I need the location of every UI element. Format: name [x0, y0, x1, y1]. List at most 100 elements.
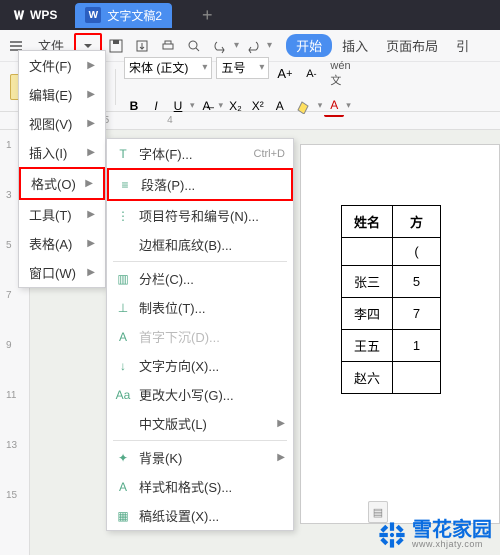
submenu-item-icon: ▥ — [115, 271, 131, 287]
chevron-right-icon: ▶ — [277, 418, 285, 429]
submenu-item[interactable]: ✦ 背景(K) ▶ — [107, 443, 293, 472]
menu-separator — [113, 440, 287, 441]
menu-item[interactable]: 视图(V)▶ — [19, 109, 105, 138]
submenu-item: A 首字下沉(D)... — [107, 322, 293, 351]
submenu-item[interactable]: ↓文字方向(X)... — [107, 351, 293, 380]
menu-item-label: 视图(V) — [29, 114, 72, 133]
submenu-item[interactable]: 边框和底纹(B)... — [107, 230, 293, 259]
table-cell[interactable] — [342, 238, 393, 266]
undo-dropdown-icon[interactable]: ▾ — [234, 40, 239, 51]
bold-icon[interactable]: B — [124, 96, 144, 116]
titlebar: WPS W 文字文稿2 + — [0, 0, 500, 30]
document-table[interactable]: 姓名方 ( 张三5 李四7 王五1 赵六 — [341, 205, 441, 394]
preview-icon[interactable] — [182, 35, 206, 57]
strikethrough-icon[interactable]: A̶ — [197, 96, 217, 116]
format-submenu: T字体(F)...Ctrl+D≡段落(P)...⋮项目符号和编号(N)...边框… — [106, 138, 294, 531]
chevron-right-icon: ▶ — [87, 147, 95, 158]
table-cell[interactable]: ( — [393, 238, 441, 266]
page[interactable]: 姓名方 ( 张三5 李四7 王五1 赵六 — [300, 144, 500, 524]
watermark-title: 雪花家园 — [412, 520, 492, 540]
wps-logo: WPS — [6, 8, 63, 22]
menu-item[interactable]: 格式(O)▶ — [19, 167, 105, 200]
underline-icon[interactable]: U — [168, 96, 188, 116]
submenu-item[interactable]: ⋮项目符号和编号(N)... — [107, 201, 293, 230]
char-effect-icon[interactable]: A — [270, 96, 290, 116]
ruler-mark: 5 — [6, 240, 12, 251]
tab-start[interactable]: 开始 — [286, 34, 332, 57]
submenu-item-icon: ✦ — [115, 450, 131, 466]
submenu-item-icon: ⊥ — [115, 300, 131, 316]
doc-tab[interactable]: W 文字文稿2 — [75, 3, 172, 28]
menu-item[interactable]: 编辑(E)▶ — [19, 80, 105, 109]
table-cell[interactable]: 王五 — [342, 330, 393, 362]
phonetic-icon[interactable]: wén文 — [326, 57, 354, 91]
table-cell[interactable] — [393, 362, 441, 394]
submenu-item-label: 背景(K) — [139, 448, 182, 467]
ruler-mark: 13 — [6, 440, 17, 451]
submenu-item-label: 首字下沉(D)... — [139, 327, 220, 346]
submenu-item-icon: A — [115, 329, 131, 345]
submenu-item-label: 文字方向(X)... — [139, 356, 219, 375]
new-tab-button[interactable]: + — [202, 5, 213, 26]
chevron-right-icon: ▶ — [87, 89, 95, 100]
menu-item-label: 窗口(W) — [29, 263, 76, 282]
app-name: WPS — [30, 8, 57, 22]
table-cell[interactable]: 1 — [393, 330, 441, 362]
wps-icon — [12, 8, 26, 22]
ruler-mark: 4 — [167, 115, 173, 126]
menu-separator — [113, 261, 287, 262]
submenu-item[interactable]: A样式和格式(S)... — [107, 472, 293, 501]
submenu-item-label: 稿纸设置(X)... — [139, 506, 219, 525]
highlight-icon[interactable] — [292, 95, 316, 117]
menu-item[interactable]: 窗口(W)▶ — [19, 258, 105, 287]
subscript-icon[interactable]: X₂ — [225, 96, 246, 116]
separator — [115, 69, 116, 105]
watermark: 雪花家园 www.xhjaty.com — [378, 520, 492, 549]
table-cell[interactable]: 方 — [393, 206, 441, 238]
increase-font-icon[interactable]: A+ — [273, 57, 296, 91]
main-menu: 文件(F)▶编辑(E)▶视图(V)▶插入(I)▶格式(O)▶工具(T)▶表格(A… — [18, 50, 106, 288]
superscript-icon[interactable]: X² — [248, 96, 268, 116]
tab-insert[interactable]: 插入 — [334, 36, 376, 55]
submenu-item[interactable]: T字体(F)...Ctrl+D — [107, 139, 293, 168]
undo-icon[interactable] — [208, 35, 232, 57]
menu-item[interactable]: 文件(F)▶ — [19, 51, 105, 80]
export-icon[interactable] — [130, 35, 154, 57]
ruler-mark: 7 — [6, 290, 12, 301]
font-color-icon[interactable]: A — [324, 95, 344, 117]
menu-item[interactable]: 工具(T)▶ — [19, 200, 105, 229]
submenu-item-label: 制表位(T)... — [139, 298, 205, 317]
table-cell[interactable]: 7 — [393, 298, 441, 330]
submenu-item-label: 更改大小写(G)... — [139, 385, 234, 404]
submenu-item[interactable]: 中文版式(L)▶ — [107, 409, 293, 438]
submenu-item[interactable]: ⊥ 制表位(T)... — [107, 293, 293, 322]
redo-icon[interactable] — [241, 35, 265, 57]
font-size-select[interactable]: 五号▾ — [216, 57, 269, 79]
table-cell[interactable]: 5 — [393, 266, 441, 298]
submenu-item[interactable]: ≡段落(P)... — [107, 168, 293, 201]
table-cell[interactable]: 赵六 — [342, 362, 393, 394]
font-name-select[interactable]: 宋体 (正文)▾ — [124, 57, 212, 79]
tab-ref[interactable]: 引 — [448, 36, 477, 55]
submenu-item-label: 段落(P)... — [141, 175, 195, 194]
submenu-item-label: 样式和格式(S)... — [139, 477, 232, 496]
chevron-right-icon: ▶ — [277, 452, 285, 463]
table-cell[interactable]: 姓名 — [342, 206, 393, 238]
table-cell[interactable]: 张三 — [342, 266, 393, 298]
shortcut-label: Ctrl+D — [254, 148, 285, 160]
submenu-item-icon — [115, 237, 131, 253]
submenu-item[interactable]: ▦稿纸设置(X)... — [107, 501, 293, 530]
ruler-mark: 1 — [6, 140, 12, 151]
tab-layout[interactable]: 页面布局 — [378, 36, 446, 55]
table-cell[interactable]: 李四 — [342, 298, 393, 330]
menu-item[interactable]: 插入(I)▶ — [19, 138, 105, 167]
redo-dropdown-icon[interactable]: ▾ — [267, 40, 272, 51]
save-icon[interactable] — [104, 35, 128, 57]
decrease-font-icon[interactable]: A- — [300, 57, 322, 91]
print-icon[interactable] — [156, 35, 180, 57]
menu-item[interactable]: 表格(A)▶ — [19, 229, 105, 258]
submenu-item[interactable]: ▥分栏(C)... — [107, 264, 293, 293]
italic-icon[interactable]: I — [146, 96, 166, 116]
submenu-item[interactable]: Aa更改大小写(G)... — [107, 380, 293, 409]
watermark-url: www.xhjaty.com — [412, 540, 492, 549]
